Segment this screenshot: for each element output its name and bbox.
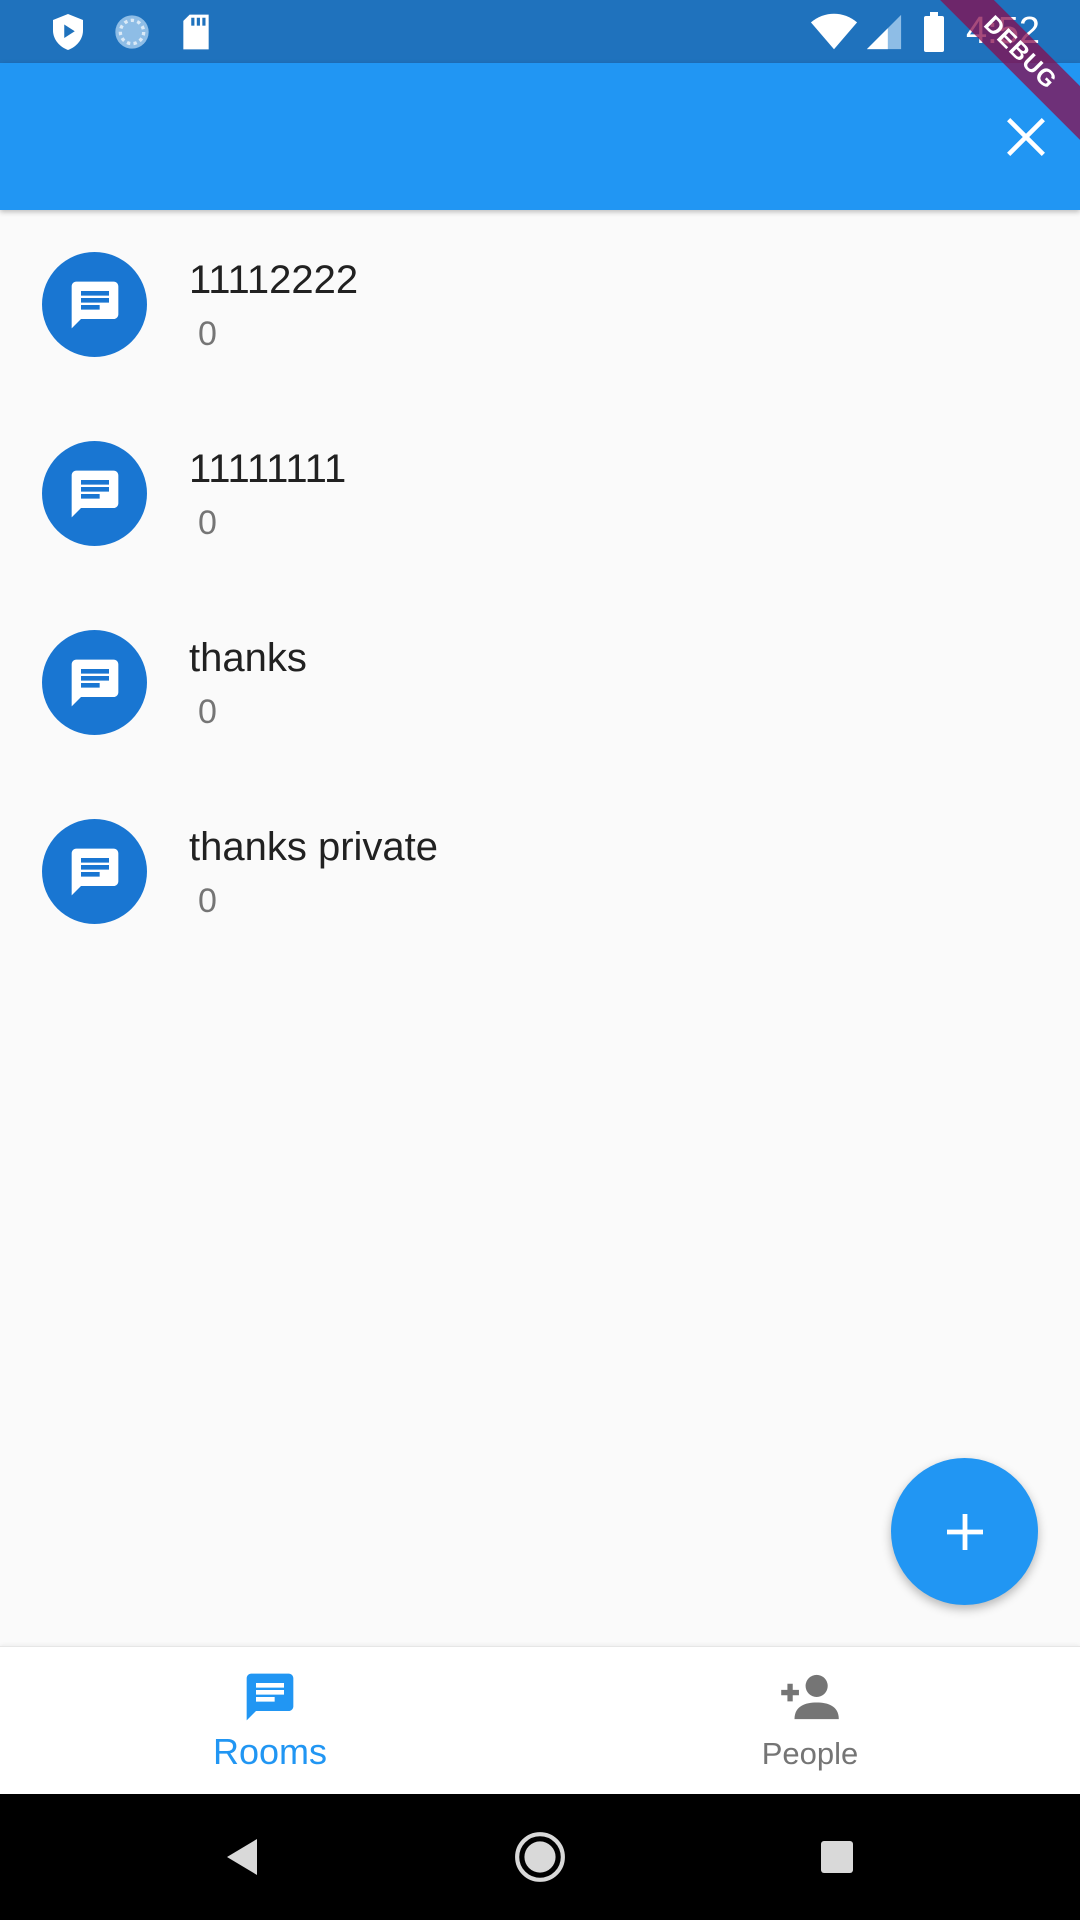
chat-icon	[246, 1673, 294, 1721]
home-button[interactable]	[505, 1822, 575, 1892]
room-list: 11112222 0 11111111 0 thanks 0 thanks pr…	[0, 210, 1080, 966]
status-time: 4:52	[966, 10, 1040, 52]
room-subtitle: 0	[198, 882, 217, 920]
back-triangle-icon	[227, 1839, 257, 1875]
room-avatar	[42, 252, 147, 357]
room-subtitle: 0	[198, 504, 217, 542]
chat-icon	[71, 659, 118, 706]
person-add-icon	[781, 1674, 839, 1720]
close-icon	[1007, 118, 1045, 156]
cell-signal-icon	[864, 12, 904, 52]
shield-icon	[48, 12, 88, 52]
room-list-item[interactable]: thanks 0	[0, 588, 1080, 777]
room-subtitle: 0	[198, 315, 217, 353]
app-bar	[0, 63, 1080, 210]
system-navigation-bar	[0, 1794, 1080, 1920]
battery-icon	[920, 12, 948, 52]
chat-icon	[71, 281, 118, 328]
chat-icon	[71, 848, 118, 895]
room-title: thanks private	[189, 825, 439, 869]
room-title: thanks	[189, 636, 307, 680]
sync-icon	[110, 12, 154, 52]
plus-icon	[946, 1513, 983, 1550]
room-list-item[interactable]: 11111111 0	[0, 399, 1080, 588]
close-button[interactable]	[994, 105, 1058, 169]
status-bar: 4:52	[0, 0, 1080, 63]
room-title: 11111111	[189, 447, 347, 491]
wifi-icon	[808, 12, 860, 52]
recents-button[interactable]	[802, 1822, 872, 1892]
room-subtitle: 0	[198, 693, 217, 731]
back-button[interactable]	[206, 1822, 276, 1892]
add-room-button[interactable]	[891, 1458, 1038, 1605]
room-avatar	[42, 819, 147, 924]
room-list-item[interactable]: 11112222 0	[0, 210, 1080, 399]
sd-card-icon	[178, 12, 214, 52]
tab-people-label: People	[761, 1736, 859, 1771]
tab-rooms-label: Rooms	[212, 1731, 328, 1772]
room-avatar	[42, 630, 147, 735]
tab-rooms[interactable]: Rooms	[0, 1647, 540, 1795]
app-screen: 4:52 DEBUG 11112222 0 11111111 0 thanks …	[0, 0, 1080, 1920]
bottom-navigation: Rooms People	[0, 1646, 1080, 1795]
room-avatar	[42, 441, 147, 546]
recents-square-icon	[821, 1841, 853, 1873]
chat-icon	[71, 470, 118, 517]
room-title: 11112222	[189, 258, 359, 302]
home-circle-icon	[515, 1832, 565, 1882]
room-list-item[interactable]: thanks private 0	[0, 777, 1080, 966]
tab-people[interactable]: People	[540, 1647, 1080, 1795]
